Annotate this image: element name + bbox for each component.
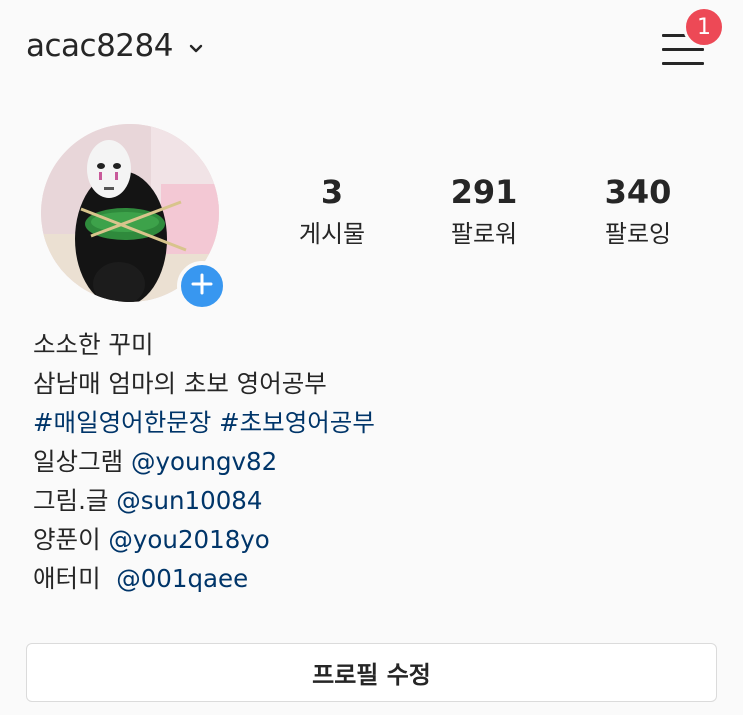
bio-link-line: 애터미 @001qaee [33, 559, 723, 598]
profile-name: 소소한 꾸미 [33, 330, 154, 359]
followers-count: 291 [450, 173, 518, 211]
followers-stat[interactable]: 291 팔로워 [409, 172, 559, 250]
following-count: 340 [604, 173, 672, 211]
profile-bio: 소소한 꾸미 삼남매 엄마의 초보 영어공부 #매일영어한문장 #초보영어공부 … [33, 325, 723, 598]
mention-link[interactable]: @sun10084 [116, 486, 262, 515]
bio-link-prefix: 애터미 [33, 564, 117, 593]
bio-link-line: 그림.글 @sun10084 [33, 481, 723, 520]
chevron-down-icon [189, 39, 203, 58]
username: acac8284 [26, 28, 173, 64]
posts-count: 3 [320, 173, 344, 211]
following-label: 팔로잉 [604, 220, 672, 248]
hashtag-link[interactable]: #매일영어한문장 [33, 408, 211, 437]
bio-link-line: 일상그램 @youngv82 [33, 442, 723, 481]
add-story-button[interactable] [177, 261, 227, 311]
bio-hashtags: #매일영어한문장 #초보영어공부 [33, 403, 723, 442]
posts-stat[interactable]: 3 게시물 [257, 172, 407, 250]
bio-line: 삼남매 엄마의 초보 영어공부 [33, 369, 327, 398]
following-stat[interactable]: 340 팔로잉 [563, 172, 713, 250]
posts-label: 게시물 [298, 220, 366, 248]
mention-link[interactable]: @001qaee [116, 564, 248, 593]
mention-link[interactable]: @you2018yo [108, 525, 269, 554]
bio-link-prefix: 양푼이 [33, 525, 109, 554]
edit-profile-button[interactable]: 프로필 수정 [26, 643, 717, 702]
notification-badge: 1 [683, 6, 725, 48]
followers-label: 팔로워 [450, 220, 518, 248]
bio-link-prefix: 그림.글 [33, 486, 117, 515]
top-bar: acac8284 1 [0, 0, 743, 100]
account-switcher[interactable]: acac8284 [26, 28, 203, 64]
mention-link[interactable]: @youngv82 [131, 447, 277, 476]
bio-link-prefix: 일상그램 [33, 447, 131, 476]
hashtag-link[interactable]: #초보영어공부 [219, 408, 375, 437]
bio-link-line: 양푼이 @you2018yo [33, 520, 723, 559]
plus-icon [190, 272, 214, 300]
